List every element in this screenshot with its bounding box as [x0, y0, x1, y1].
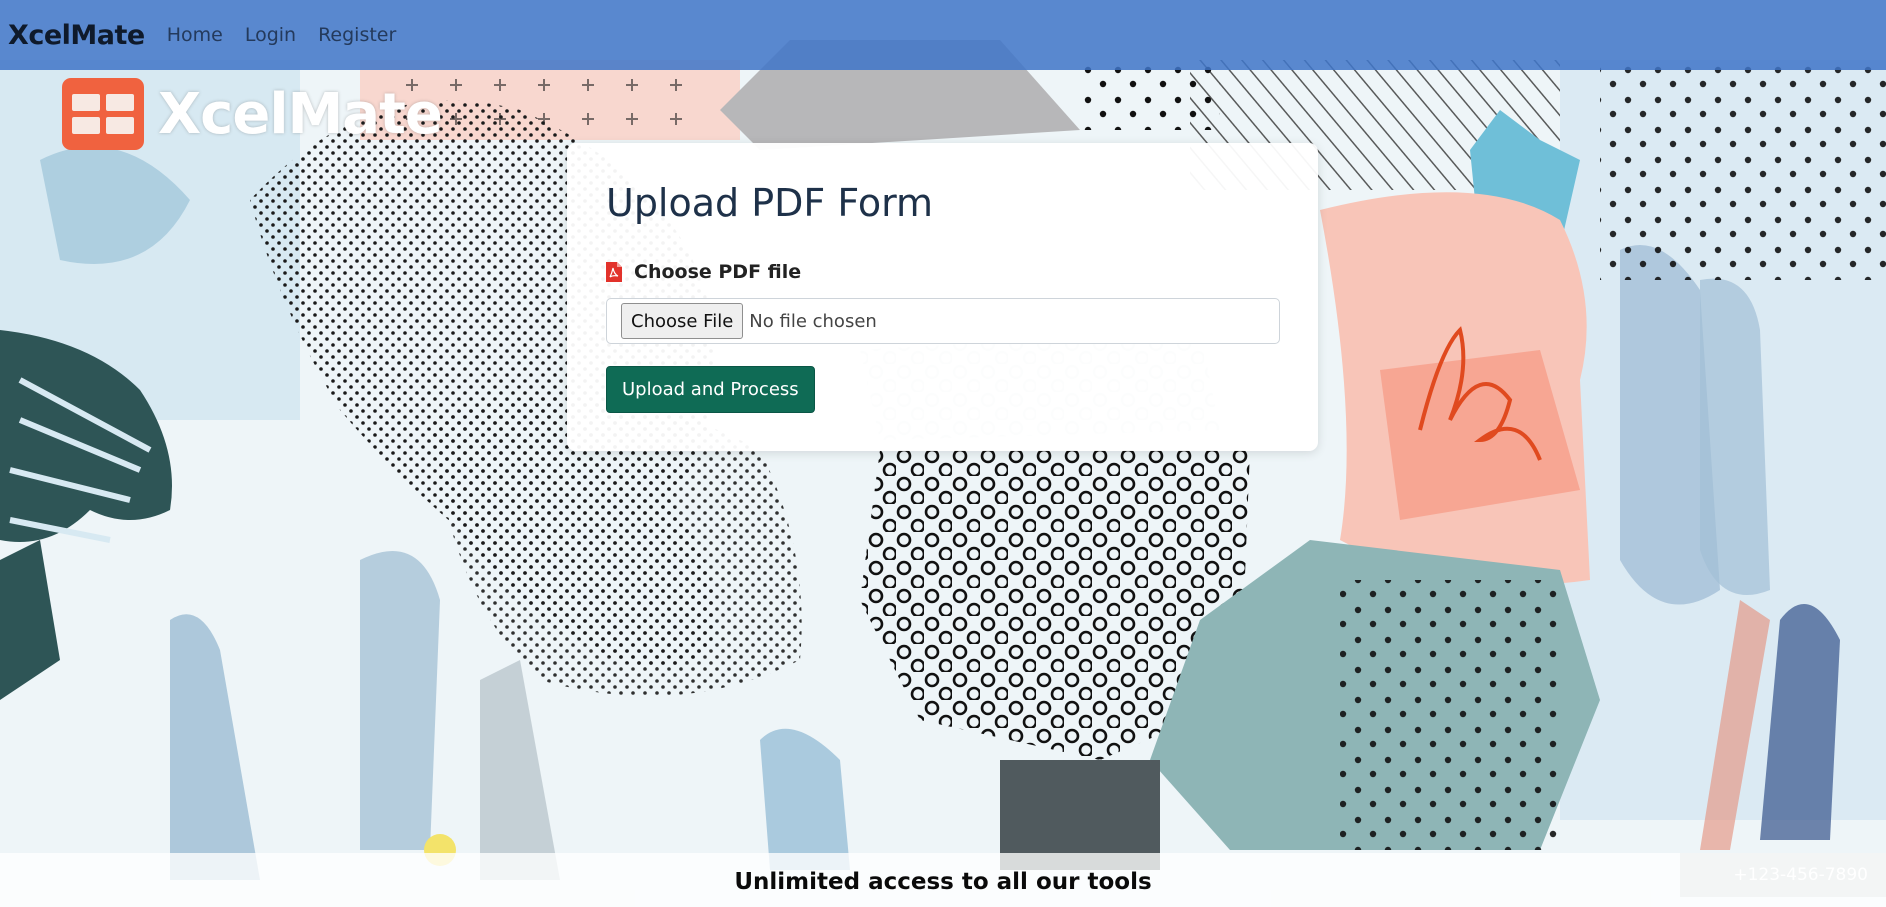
file-status-text: No file chosen	[749, 310, 877, 332]
top-navbar: XcelMate Home Login Register	[0, 0, 1886, 70]
nav-link-register[interactable]: Register	[318, 24, 396, 46]
file-field-label: Choose PDF file	[606, 261, 801, 283]
footer-bar: +123-456-7890 Unlimited access to all ou…	[0, 853, 1886, 907]
logo-text: XcelMate	[158, 81, 443, 147]
pdf-file-input[interactable]: Choose File No file chosen	[606, 298, 1280, 344]
upload-form-card: Upload PDF Form Choose PDF file Choose F…	[567, 143, 1318, 451]
spreadsheet-grid-icon	[62, 78, 144, 150]
choose-file-button[interactable]: Choose File	[621, 303, 744, 339]
file-field-label-text: Choose PDF file	[634, 261, 802, 283]
footer-tagline: Unlimited access to all our tools	[734, 869, 1152, 895]
nav-link-home[interactable]: Home	[167, 24, 223, 46]
nav-link-login[interactable]: Login	[245, 24, 296, 46]
navbar-brand[interactable]: XcelMate	[8, 20, 145, 51]
site-logo: XcelMate	[62, 78, 443, 150]
upload-and-process-button[interactable]: Upload and Process	[606, 366, 815, 413]
pdf-file-icon	[606, 262, 622, 282]
form-title: Upload PDF Form	[606, 181, 934, 225]
